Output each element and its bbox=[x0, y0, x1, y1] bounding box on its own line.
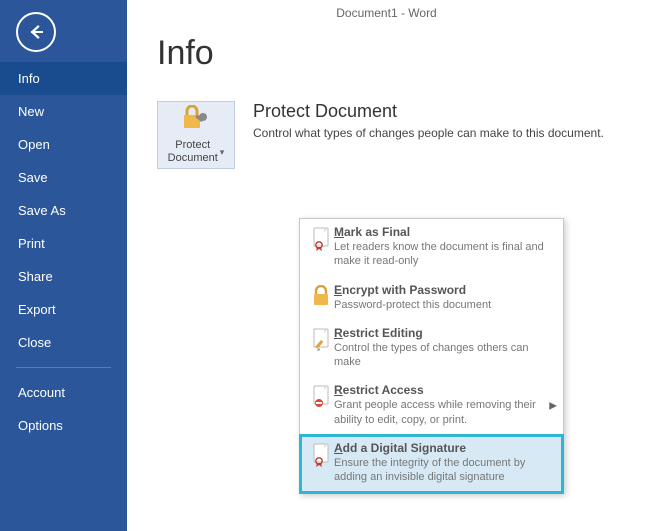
doc-ribbon-icon bbox=[308, 225, 334, 269]
doc-pencil-icon bbox=[308, 326, 334, 370]
doc-ribbon-icon bbox=[308, 441, 334, 485]
menu-item-desc: Ensure the integrity of the document by … bbox=[334, 456, 555, 485]
chevron-down-icon: ▾ bbox=[220, 147, 225, 158]
protect-button-label: ProtectDocument bbox=[168, 139, 218, 165]
page-title: Info bbox=[157, 34, 616, 73]
menu-item-encrypt-with-password[interactable]: Encrypt with PasswordPassword-protect th… bbox=[300, 277, 563, 320]
menu-item-title: Add a Digital Signature bbox=[334, 441, 555, 455]
protect-document-button[interactable]: ProtectDocument▾ bbox=[157, 101, 235, 169]
menu-item-title: Restrict Access bbox=[334, 383, 555, 397]
sidebar-item-save[interactable]: Save bbox=[0, 161, 127, 194]
nav-separator bbox=[16, 367, 111, 368]
sidebar-item-open[interactable]: Open bbox=[0, 128, 127, 161]
menu-item-desc: Control the types of changes others can … bbox=[334, 341, 555, 370]
section-subtitle: Control what types of changes people can… bbox=[253, 126, 604, 140]
menu-item-title: Encrypt with Password bbox=[334, 283, 555, 297]
sidebar-item-info[interactable]: Info bbox=[0, 62, 127, 95]
backstage-sidebar: InfoNewOpenSaveSave AsPrintShareExportCl… bbox=[0, 0, 127, 531]
arrow-left-icon bbox=[26, 22, 46, 42]
sidebar-item-export[interactable]: Export bbox=[0, 293, 127, 326]
sidebar-item-close[interactable]: Close bbox=[0, 326, 127, 359]
menu-item-title: Restrict Editing bbox=[334, 326, 555, 340]
sidebar-item-save-as[interactable]: Save As bbox=[0, 194, 127, 227]
menu-item-title: Mark as Final bbox=[334, 225, 555, 239]
menu-item-restrict-editing[interactable]: Restrict EditingControl the types of cha… bbox=[300, 320, 563, 378]
menu-item-restrict-access[interactable]: Restrict AccessGrant people access while… bbox=[300, 377, 563, 435]
sidebar-item-print[interactable]: Print bbox=[0, 227, 127, 260]
section-title: Protect Document bbox=[253, 101, 604, 122]
window-title: Document1 - Word bbox=[127, 0, 646, 22]
menu-item-mark-as-final[interactable]: Mark as FinalLet readers know the docume… bbox=[300, 219, 563, 277]
lock-icon bbox=[308, 283, 334, 312]
menu-item-desc: Password-protect this document bbox=[334, 298, 555, 312]
back-button[interactable] bbox=[16, 12, 56, 52]
protect-document-menu: Mark as FinalLet readers know the docume… bbox=[299, 218, 564, 494]
main-panel: Document1 - Word Info ProtectDocument▾ P… bbox=[127, 0, 646, 531]
lock-shield-icon bbox=[181, 105, 211, 135]
menu-item-desc: Grant people access while removing their… bbox=[334, 398, 555, 427]
sidebar-item-account[interactable]: Account bbox=[0, 376, 127, 409]
chevron-right-icon: ▶ bbox=[549, 401, 557, 412]
menu-item-add-a-digital-signature[interactable]: Add a Digital SignatureEnsure the integr… bbox=[300, 435, 563, 493]
sidebar-item-new[interactable]: New bbox=[0, 95, 127, 128]
menu-item-desc: Let readers know the document is final a… bbox=[334, 240, 555, 269]
doc-block-icon bbox=[308, 383, 334, 427]
sidebar-item-share[interactable]: Share bbox=[0, 260, 127, 293]
sidebar-item-options[interactable]: Options bbox=[0, 409, 127, 442]
